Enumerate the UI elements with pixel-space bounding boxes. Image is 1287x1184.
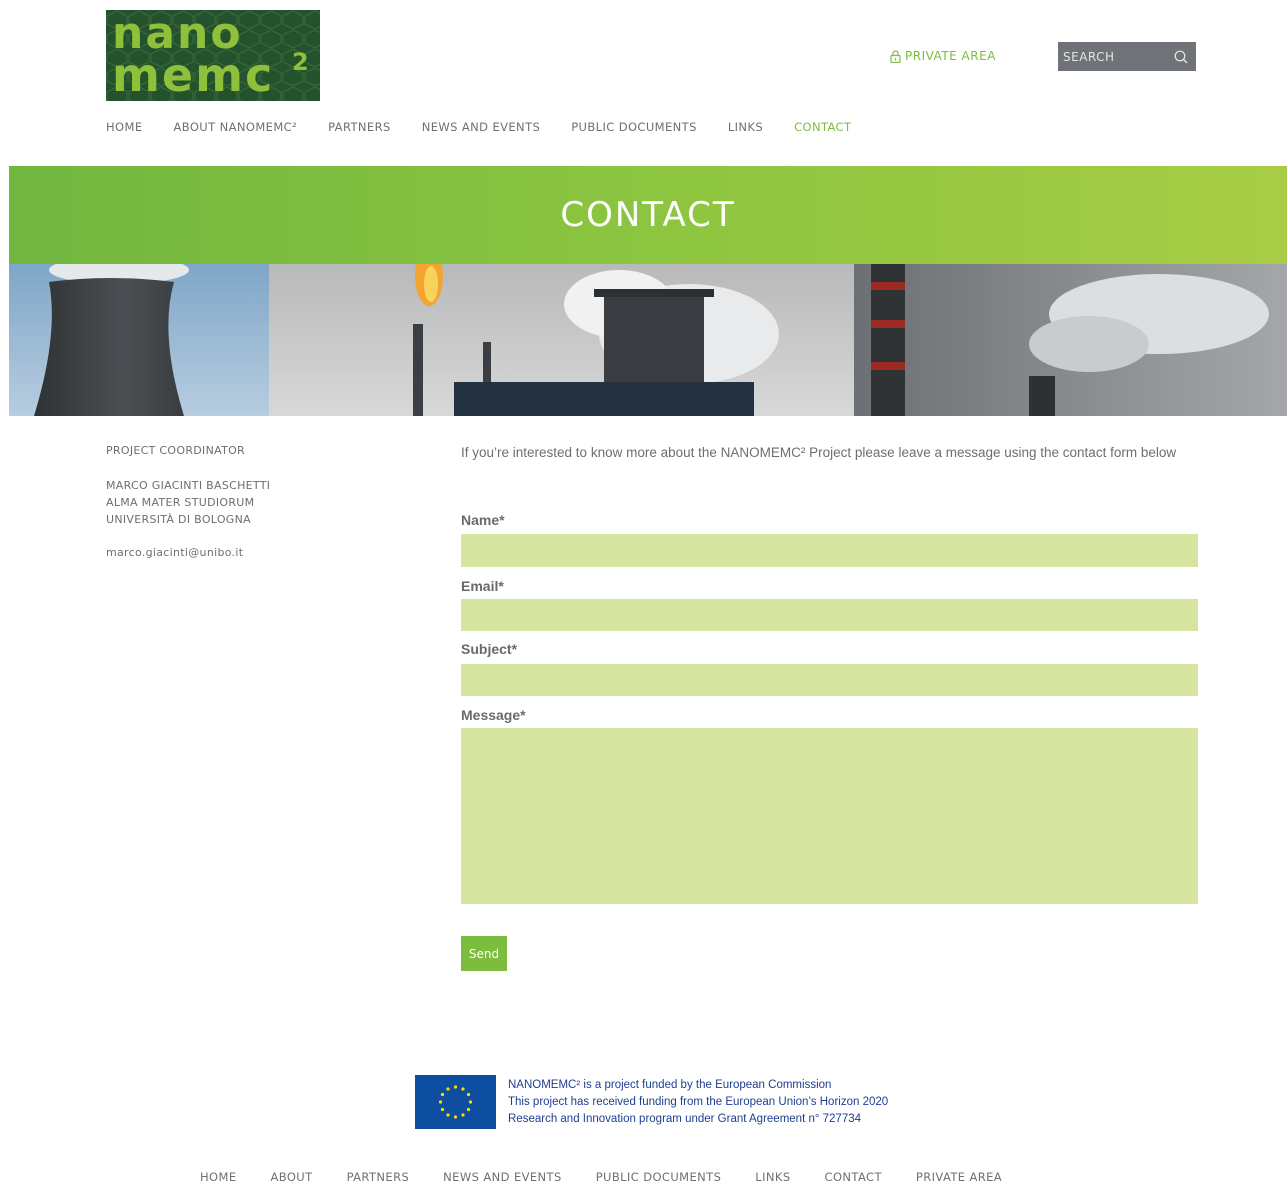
logo-text-memc: memc <box>112 48 275 101</box>
footer-nav-private-area[interactable]: PRIVATE AREA <box>916 1171 1002 1184</box>
nav-news-events[interactable]: NEWS AND EVENTS <box>422 120 541 136</box>
contact-intro: If you’re interested to know more about … <box>461 445 1177 460</box>
subject-field[interactable] <box>461 664 1198 696</box>
nav-contact[interactable]: CONTACT <box>794 120 851 136</box>
footer-nav-news-events[interactable]: NEWS AND EVENTS <box>443 1171 562 1184</box>
lock-icon <box>890 49 901 63</box>
coordinator-email[interactable]: marco.giacinti@unibo.it <box>106 546 243 559</box>
coordinator-role: PROJECT COORDINATOR <box>106 444 245 457</box>
footer-nav-partners[interactable]: PARTNERS <box>347 1171 410 1184</box>
page-banner: CONTACT <box>9 166 1287 264</box>
search-box <box>1058 42 1196 71</box>
subject-label: Subject* <box>461 641 518 657</box>
coordinator-org-line1: ALMA MATER STUDIORUM <box>106 496 255 509</box>
send-button[interactable]: Send <box>461 936 507 971</box>
nav-about[interactable]: ABOUT NANOMEMC² <box>174 120 298 136</box>
footer-nav-home[interactable]: HOME <box>200 1171 237 1184</box>
coordinator-name: MARCO GIACINTI BASCHETTI <box>106 479 271 492</box>
name-label: Name* <box>461 512 505 528</box>
footer-nav-links[interactable]: LINKS <box>755 1171 790 1184</box>
nav-home[interactable]: HOME <box>106 120 143 136</box>
search-input[interactable] <box>1063 49 1163 64</box>
page-title: CONTACT <box>560 195 736 235</box>
eu-funding-notice: NANOMEMC² is a project funded by the Eur… <box>415 1075 888 1129</box>
site-logo[interactable]: nano memc 2 <box>106 10 320 101</box>
coordinator-info: PROJECT COORDINATOR MARCO GIACINTI BASCH… <box>106 444 406 559</box>
private-area-label: PRIVATE AREA <box>905 49 996 63</box>
email-field[interactable] <box>461 599 1198 631</box>
industrial-photo <box>9 264 1287 416</box>
email-label: Email* <box>461 578 504 594</box>
footer-nav-public-documents[interactable]: PUBLIC DOCUMENTS <box>596 1171 722 1184</box>
name-field[interactable] <box>461 534 1198 567</box>
search-icon[interactable] <box>1174 50 1188 64</box>
footer-nav-contact[interactable]: CONTACT <box>825 1171 882 1184</box>
funding-line-1: NANOMEMC² is a project funded by the Eur… <box>508 1079 832 1091</box>
nav-partners[interactable]: PARTNERS <box>328 120 391 136</box>
funding-line-2: This project has received funding from t… <box>508 1096 889 1108</box>
eu-flag-icon <box>415 1075 496 1129</box>
nav-links[interactable]: LINKS <box>728 120 763 136</box>
funding-line-3: Research and Innovation program under Gr… <box>508 1113 862 1125</box>
coordinator-details: MARCO GIACINTI BASCHETTI ALMA MATER STUD… <box>106 477 406 528</box>
funding-text: NANOMEMC² is a project funded by the Eur… <box>508 1075 888 1129</box>
private-area-link[interactable]: PRIVATE AREA <box>890 48 996 64</box>
coordinator-org-line2: UNIVERSITÀ DI BOLOGNA <box>106 513 251 526</box>
message-field[interactable] <box>461 728 1198 904</box>
nav-public-documents[interactable]: PUBLIC DOCUMENTS <box>571 120 697 136</box>
main-nav: HOME ABOUT NANOMEMC² PARTNERS NEWS AND E… <box>106 120 851 136</box>
message-label: Message* <box>461 707 526 723</box>
logo-superscript: 2 <box>292 48 309 76</box>
footer-nav: HOME ABOUT PARTNERS NEWS AND EVENTS PUBL… <box>200 1171 1002 1184</box>
footer-nav-about[interactable]: ABOUT <box>271 1171 313 1184</box>
industrial-photo-illustration <box>9 264 1287 416</box>
